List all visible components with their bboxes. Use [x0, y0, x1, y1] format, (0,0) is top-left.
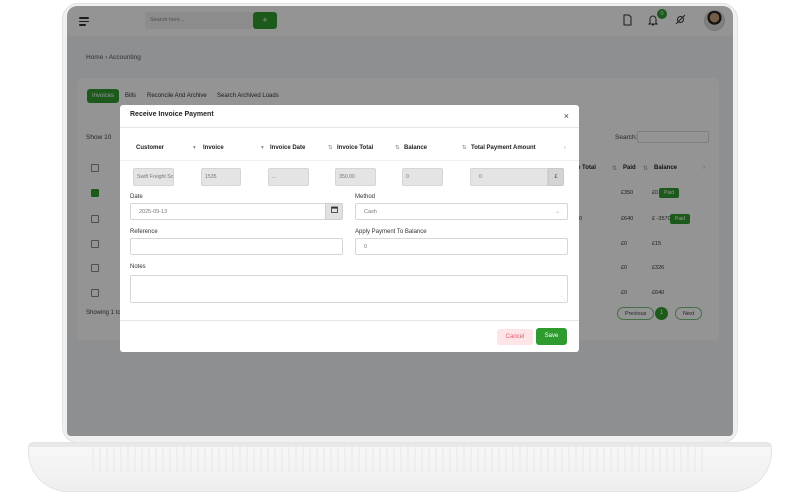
- divider: [120, 320, 579, 321]
- reference-input[interactable]: [130, 238, 343, 255]
- column-customer-header[interactable]: Customer: [136, 145, 164, 151]
- divider: [120, 127, 579, 128]
- notes-textarea[interactable]: ⋱: [130, 275, 568, 303]
- close-icon[interactable]: ×: [564, 111, 569, 121]
- chevron-down-icon: ⌄: [555, 209, 561, 215]
- modal-title: Receive Invoice Payment: [130, 111, 214, 118]
- apply-to-balance-input[interactable]: 0: [355, 238, 568, 255]
- receive-payment-modal: Receive Invoice Payment × Customer ▾ Inv…: [120, 105, 579, 352]
- date-label: Date: [130, 194, 143, 200]
- sort-icon: ›: [564, 145, 566, 151]
- app-screen: Search here... + 0 Home › Accounting Inv…: [67, 6, 733, 436]
- divider: [120, 160, 579, 161]
- column-balance-header[interactable]: Balance: [404, 145, 427, 151]
- cancel-button[interactable]: Cancel: [497, 329, 533, 345]
- date-input[interactable]: 2025-09-13: [130, 203, 326, 220]
- customer-field: Swift Freight So: [133, 168, 174, 186]
- column-invoice-date-header[interactable]: Invoice Date: [270, 145, 305, 151]
- sort-icon: ⇅: [395, 145, 400, 151]
- laptop-mockup: Search here... + 0 Home › Accounting Inv…: [0, 0, 800, 500]
- sort-desc-icon: ▾: [193, 145, 196, 151]
- reference-label: Reference: [130, 229, 158, 235]
- save-button[interactable]: Save: [536, 328, 567, 345]
- calendar-icon[interactable]: [325, 203, 343, 220]
- sort-icon: ⇅: [328, 145, 333, 151]
- method-select[interactable]: Cash: [355, 203, 568, 220]
- notes-label: Notes: [130, 264, 146, 270]
- payment-amount-input[interactable]: 0: [470, 168, 548, 186]
- resize-grip-icon[interactable]: ⋱: [561, 296, 566, 302]
- invoice-date-field: ...: [268, 168, 309, 186]
- currency-addon: £: [548, 168, 564, 186]
- column-invoice-total-header[interactable]: Invoice Total: [337, 145, 373, 151]
- sort-desc-icon: ▾: [261, 145, 264, 151]
- balance-field: 0: [402, 168, 443, 186]
- apply-to-balance-label: Apply Payment To Balance: [355, 229, 427, 235]
- invoice-field: 1535: [201, 168, 241, 186]
- method-label: Method: [355, 194, 376, 200]
- column-payment-amount-header[interactable]: Total Payment Amount: [471, 145, 536, 151]
- invoice-total-field: 350.00: [335, 168, 376, 186]
- column-invoice-header[interactable]: Invoice: [203, 145, 224, 151]
- keyboard-texture: [92, 446, 708, 472]
- sort-icon: ⇅: [462, 145, 467, 151]
